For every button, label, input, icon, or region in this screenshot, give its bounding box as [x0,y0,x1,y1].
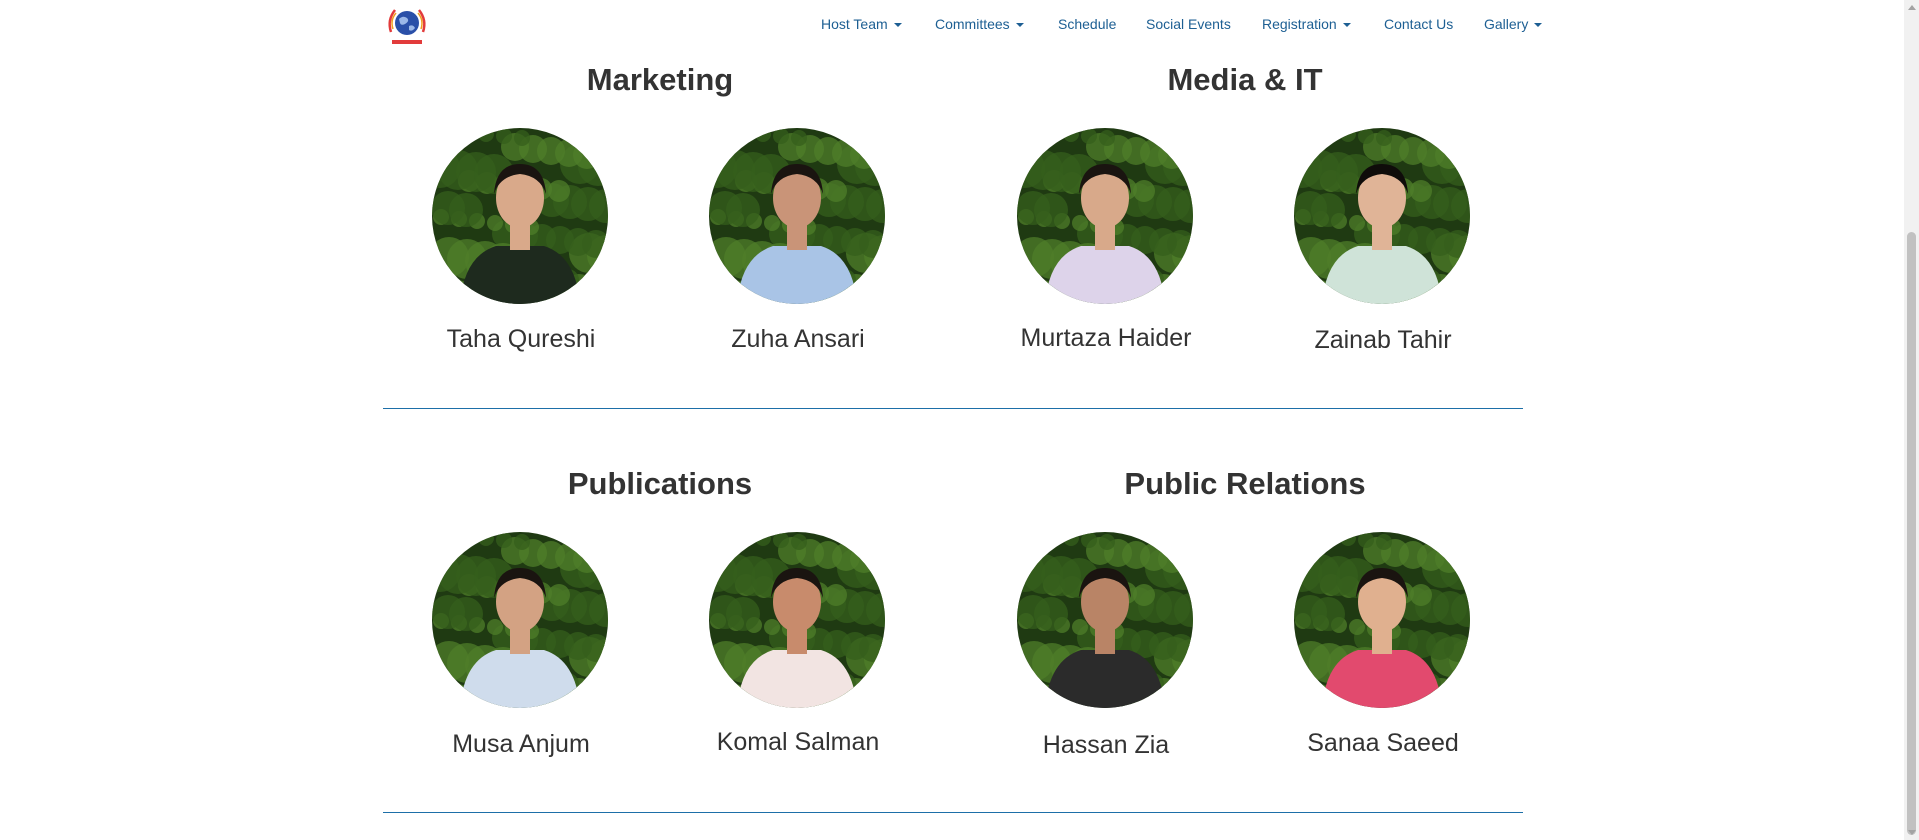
member-name: Hassan Zia [1042,731,1170,759]
member-photo [709,532,885,708]
member-name: Zuha Ansari [731,325,865,353]
nav-registration[interactable]: Registration [1262,15,1351,33]
nav-gallery-label: Gallery [1484,16,1529,32]
member-name: Taha Qureshi [446,325,596,353]
member-name: Musa Anjum [452,730,590,758]
portrait-image [1017,532,1193,708]
globe-logo-icon [388,9,426,44]
logo[interactable] [383,2,431,50]
team-title-public-relations: Public Relations [1124,466,1366,501]
nav-committees[interactable]: Committees [935,15,1024,33]
caret-down-icon [1534,23,1543,28]
section-divider [383,812,1523,813]
caret-down-icon [1015,23,1024,28]
member-name: Sanaa Saeed [1307,729,1459,757]
portrait-image [1294,128,1470,304]
portrait-image [432,532,608,708]
scrollbar-thumb[interactable] [1907,232,1916,835]
nav-contact-us-label: Contact Us [1384,16,1454,32]
portrait-image [1294,532,1470,708]
nav-social-events[interactable]: Social Events [1146,15,1231,33]
page-scrollbar[interactable] [1904,0,1919,840]
member-name: Komal Salman [716,728,880,756]
nav-contact-us[interactable]: Contact Us [1384,15,1453,33]
nav-host-team[interactable]: Host Team [821,15,902,33]
team-title-media-it: Media & IT [1167,62,1323,97]
portrait-image [709,128,885,304]
portrait-image [1017,128,1193,304]
member-photo [1294,128,1470,304]
nav-host-team-label: Host Team [821,16,888,32]
member-photo [1294,532,1470,708]
caret-down-icon [1342,23,1351,28]
scroll-up-icon[interactable] [1908,5,1916,10]
member-photo [1017,128,1193,304]
team-title-marketing: Marketing [586,62,734,97]
member-photo [432,128,608,304]
caret-down-icon [893,23,902,28]
section-divider [383,408,1523,409]
nav-gallery[interactable]: Gallery [1484,15,1543,33]
member-photo [1017,532,1193,708]
nav-committees-label: Committees [935,16,1010,32]
navbar: Host Team Committees Schedule Social Eve… [0,0,1904,50]
portrait-image [709,532,885,708]
team-title-publications: Publications [567,466,753,501]
scroll-down-icon[interactable] [1908,830,1916,835]
member-name: Murtaza Haider [1020,324,1192,352]
portrait-image [432,128,608,304]
member-name: Zainab Tahir [1314,326,1452,354]
nav-schedule-label: Schedule [1058,16,1117,32]
nav-schedule[interactable]: Schedule [1058,15,1116,33]
nav-registration-label: Registration [1262,16,1337,32]
nav-social-events-label: Social Events [1146,16,1231,32]
member-photo [432,532,608,708]
member-photo [709,128,885,304]
